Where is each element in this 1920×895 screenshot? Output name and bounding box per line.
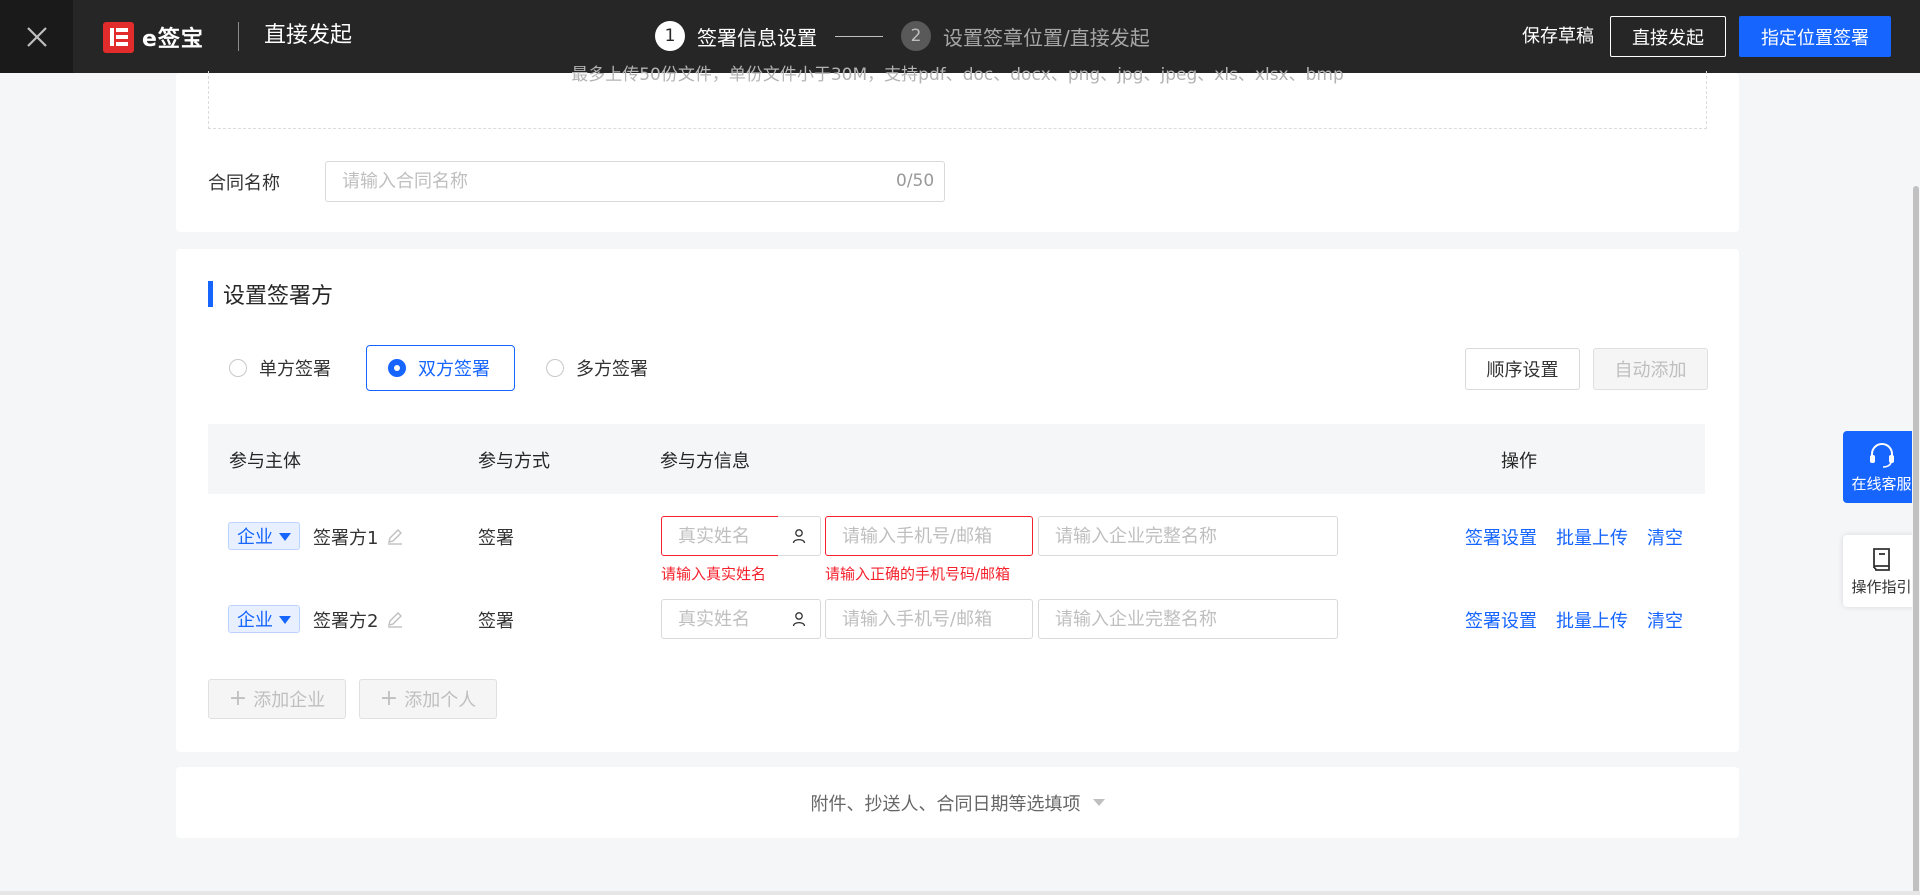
party-type-select[interactable]: 企业 <box>228 522 300 550</box>
mode-double-radio[interactable]: 双方签署 <box>366 345 515 391</box>
optional-items-label: 附件、抄送人、合同日期等选填项 <box>810 793 1081 815</box>
upload-dropzone[interactable]: 最多上传50份文件，单份文件小于30M，支持pdf、doc、docx、png、j… <box>208 65 1707 129</box>
position-sign-button[interactable]: 指定位置签署 <box>1739 16 1891 57</box>
company-name-input[interactable] <box>1038 599 1338 639</box>
plus-icon: + <box>379 686 399 711</box>
column-header: 参与主体 <box>229 451 301 472</box>
real-name-input[interactable] <box>661 599 779 639</box>
add-person-button[interactable]: + 添加个人 <box>359 679 497 719</box>
logo-mark <box>103 21 134 53</box>
clear-link[interactable]: 清空 <box>1647 524 1683 550</box>
step-1-label: 签署信息设置 <box>697 25 817 50</box>
operation-guide-label: 操作指引 <box>1851 577 1912 596</box>
contract-info-card: 最多上传50份文件，单份文件小于30M，支持pdf、doc、docx、png、j… <box>176 65 1739 232</box>
mode-multi-label: 多方签署 <box>576 359 648 380</box>
auto-add-button[interactable]: 自动添加 <box>1593 348 1708 390</box>
dropdown-triangle-icon <box>279 616 291 624</box>
edit-pencil-icon[interactable] <box>386 610 404 628</box>
radio-circle-checked <box>388 359 406 377</box>
select-person-button[interactable] <box>778 599 821 639</box>
headset-icon <box>1869 442 1894 468</box>
upload-hint: 最多上传50份文件，单份文件小于30M，支持pdf、doc、docx、png、j… <box>571 65 1344 85</box>
mode-single-label: 单方签署 <box>259 359 331 380</box>
column-header: 操作 <box>1501 451 1537 472</box>
scrollbar-thumb[interactable] <box>1913 186 1919 895</box>
participation-method: 签署 <box>478 528 514 549</box>
batch-upload-link[interactable]: 批量上传 <box>1556 524 1628 550</box>
step-separator <box>835 35 883 37</box>
step-2-label: 设置签章位置/直接发起 <box>943 25 1150 50</box>
logo-divider <box>238 22 239 51</box>
sign-settings-link[interactable]: 签署设置 <box>1465 607 1537 633</box>
person-icon <box>792 612 806 627</box>
book-icon <box>1872 547 1890 571</box>
radio-circle <box>546 359 564 377</box>
party-type-select[interactable]: 企业 <box>228 605 300 633</box>
party-name: 签署方1 <box>313 528 379 549</box>
person-icon <box>792 529 806 544</box>
signers-table-header: 参与主体 参与方式 参与方信息 操作 <box>208 424 1705 494</box>
dropdown-triangle-icon <box>279 533 291 541</box>
section-accent-bar <box>208 281 213 307</box>
caret-down-icon <box>1092 799 1105 806</box>
close-icon <box>26 26 47 47</box>
party-name: 签署方2 <box>313 611 379 632</box>
direct-start-button[interactable]: 直接发起 <box>1610 16 1726 57</box>
company-name-input[interactable] <box>1038 516 1338 556</box>
edit-pencil-icon[interactable] <box>386 527 404 545</box>
radio-circle <box>229 359 247 377</box>
steps-indicator: 1 签署信息设置 2 设置签章位置/直接发起 <box>655 20 1150 52</box>
batch-upload-link[interactable]: 批量上传 <box>1556 607 1628 633</box>
close-button[interactable] <box>0 0 73 73</box>
party-type-label: 企业 <box>237 527 273 548</box>
plus-icon: + <box>228 686 248 711</box>
contract-name-counter: 0/50 <box>896 171 935 191</box>
clear-link[interactable]: 清空 <box>1647 607 1683 633</box>
order-setting-button[interactable]: 顺序设置 <box>1465 348 1580 390</box>
column-header: 参与方式 <box>478 451 550 472</box>
online-service-button[interactable]: 在线客服 <box>1843 431 1920 503</box>
contact-input[interactable] <box>825 599 1033 639</box>
mode-single-radio[interactable]: 单方签署 <box>229 345 331 391</box>
online-service-label: 在线客服 <box>1851 474 1912 493</box>
optional-items-toggle[interactable]: 附件、抄送人、合同日期等选填项 <box>176 767 1739 838</box>
contract-name-input[interactable] <box>325 161 945 202</box>
mode-multi-radio[interactable]: 多方签署 <box>546 345 648 391</box>
contract-name-label: 合同名称 <box>208 173 280 194</box>
select-person-button[interactable] <box>778 516 821 556</box>
bottom-edge <box>0 891 1920 895</box>
participation-method: 签署 <box>478 611 514 632</box>
column-header: 参与方信息 <box>660 451 750 472</box>
top-bar: e签宝 直接发起 1 签署信息设置 2 设置签章位置/直接发起 保存草稿 直接发… <box>0 0 1920 73</box>
step-2-number: 2 <box>901 21 931 51</box>
real-name-input[interactable] <box>661 516 779 556</box>
section-title: 设置签署方 <box>223 284 334 309</box>
save-draft-button[interactable]: 保存草稿 <box>1522 24 1594 50</box>
add-company-label: 添加企业 <box>253 690 326 711</box>
logo-text: e签宝 <box>142 27 204 52</box>
real-name-error: 请输入真实姓名 <box>661 565 767 583</box>
add-person-label: 添加个人 <box>404 690 477 711</box>
contact-error: 请输入正确的手机号码/邮箱 <box>825 565 1011 583</box>
page-title: 直接发起 <box>264 23 353 48</box>
contact-input[interactable] <box>825 516 1033 556</box>
esign-logo: e签宝 <box>103 21 204 53</box>
signers-card: 设置签署方 单方签署 双方签署 多方签署 顺序设置 自动添加 参与主体 参与方式… <box>176 249 1739 752</box>
operation-guide-button[interactable]: 操作指引 <box>1843 535 1920 607</box>
step-1-number: 1 <box>655 21 685 51</box>
party-type-label: 企业 <box>237 610 273 631</box>
logo-icon <box>109 28 128 46</box>
mode-double-label: 双方签署 <box>418 359 490 380</box>
add-company-button[interactable]: + 添加企业 <box>208 679 346 719</box>
sign-settings-link[interactable]: 签署设置 <box>1465 524 1537 550</box>
